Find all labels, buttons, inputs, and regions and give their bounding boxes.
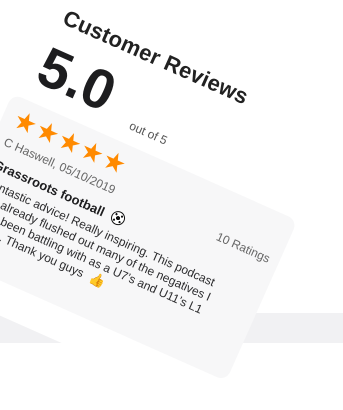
ratings-count: 10 Ratings — [214, 229, 273, 266]
review-body: Fantastic advice! Really inspiring. This… — [0, 175, 236, 340]
customer-reviews-card: Customer Reviews 5.0 out of 5 ★★★★★ C Ha… — [0, 0, 335, 407]
review-body-text: Fantastic advice! Really inspiring. This… — [0, 175, 218, 317]
soccer-ball-icon — [108, 208, 127, 228]
rating-out-of: out of 5 — [127, 118, 170, 148]
